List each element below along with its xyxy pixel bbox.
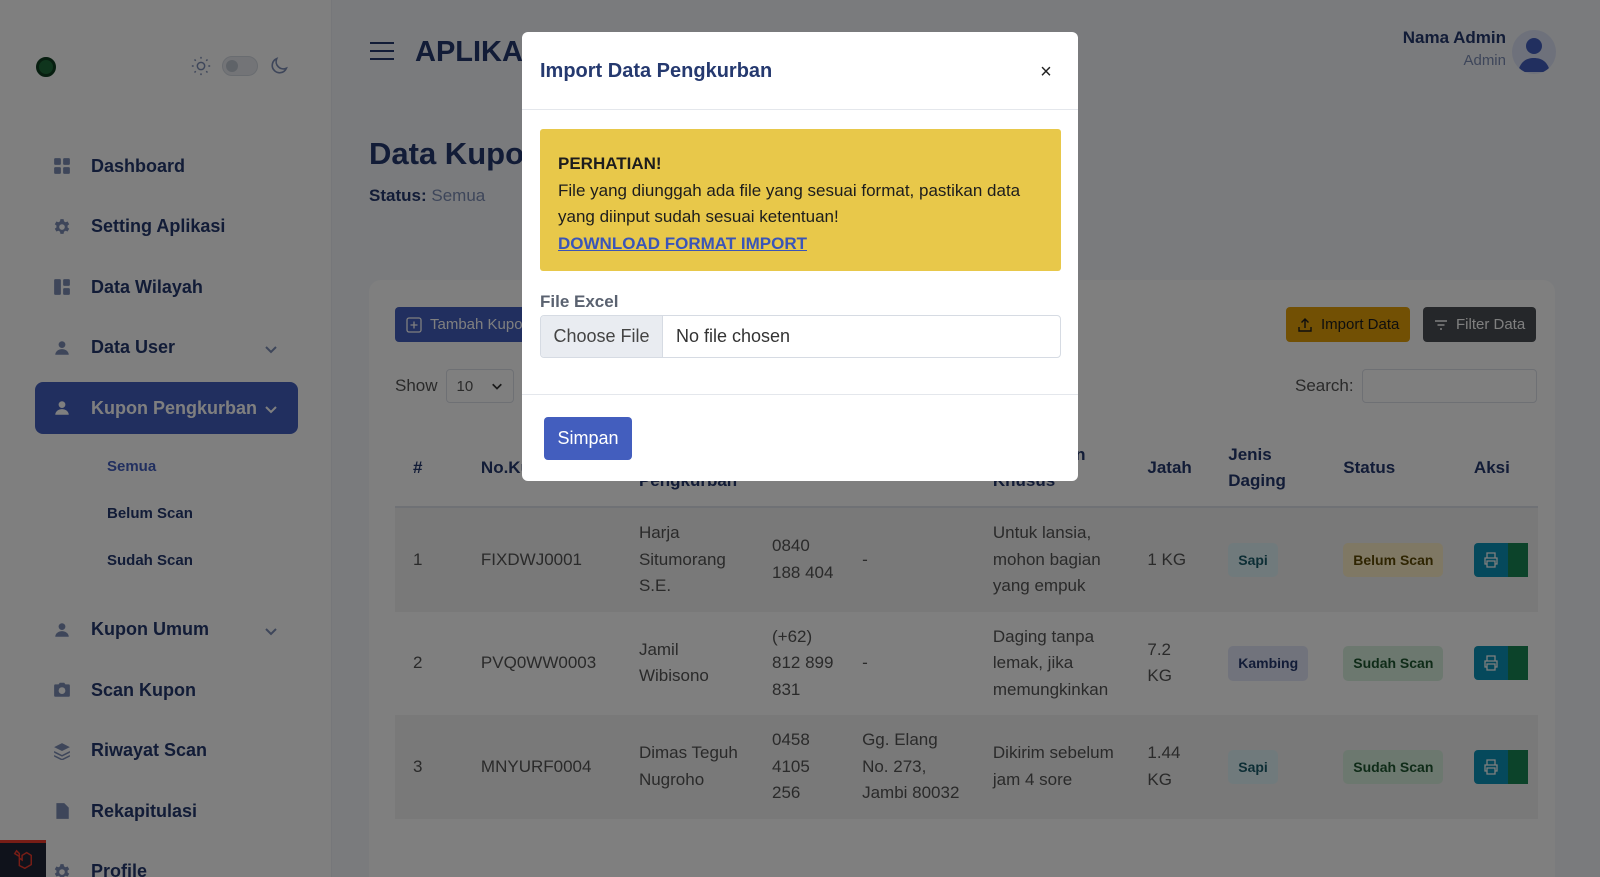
- choose-file-button[interactable]: Choose File: [541, 316, 663, 357]
- import-modal: Import Data Pengkurban × PERHATIAN! File…: [522, 32, 1078, 481]
- file-excel-label: File Excel: [540, 292, 619, 311]
- file-input[interactable]: Choose File No file chosen: [540, 315, 1061, 358]
- save-button[interactable]: Simpan: [544, 417, 632, 460]
- warning-alert: PERHATIAN! File yang diunggah ada file y…: [540, 129, 1061, 271]
- close-icon[interactable]: ×: [1036, 61, 1056, 83]
- download-format-link[interactable]: DOWNLOAD FORMAT IMPORT: [558, 234, 807, 253]
- modal-title: Import Data Pengkurban: [540, 60, 773, 82]
- alert-text: File yang diunggah ada file yang sesuai …: [558, 180, 1021, 227]
- alert-heading: PERHATIAN!: [558, 154, 662, 173]
- modal-footer: Simpan: [522, 394, 1078, 481]
- file-name-text: No file chosen: [676, 326, 791, 346]
- modal-header: Import Data Pengkurban ×: [522, 32, 1078, 110]
